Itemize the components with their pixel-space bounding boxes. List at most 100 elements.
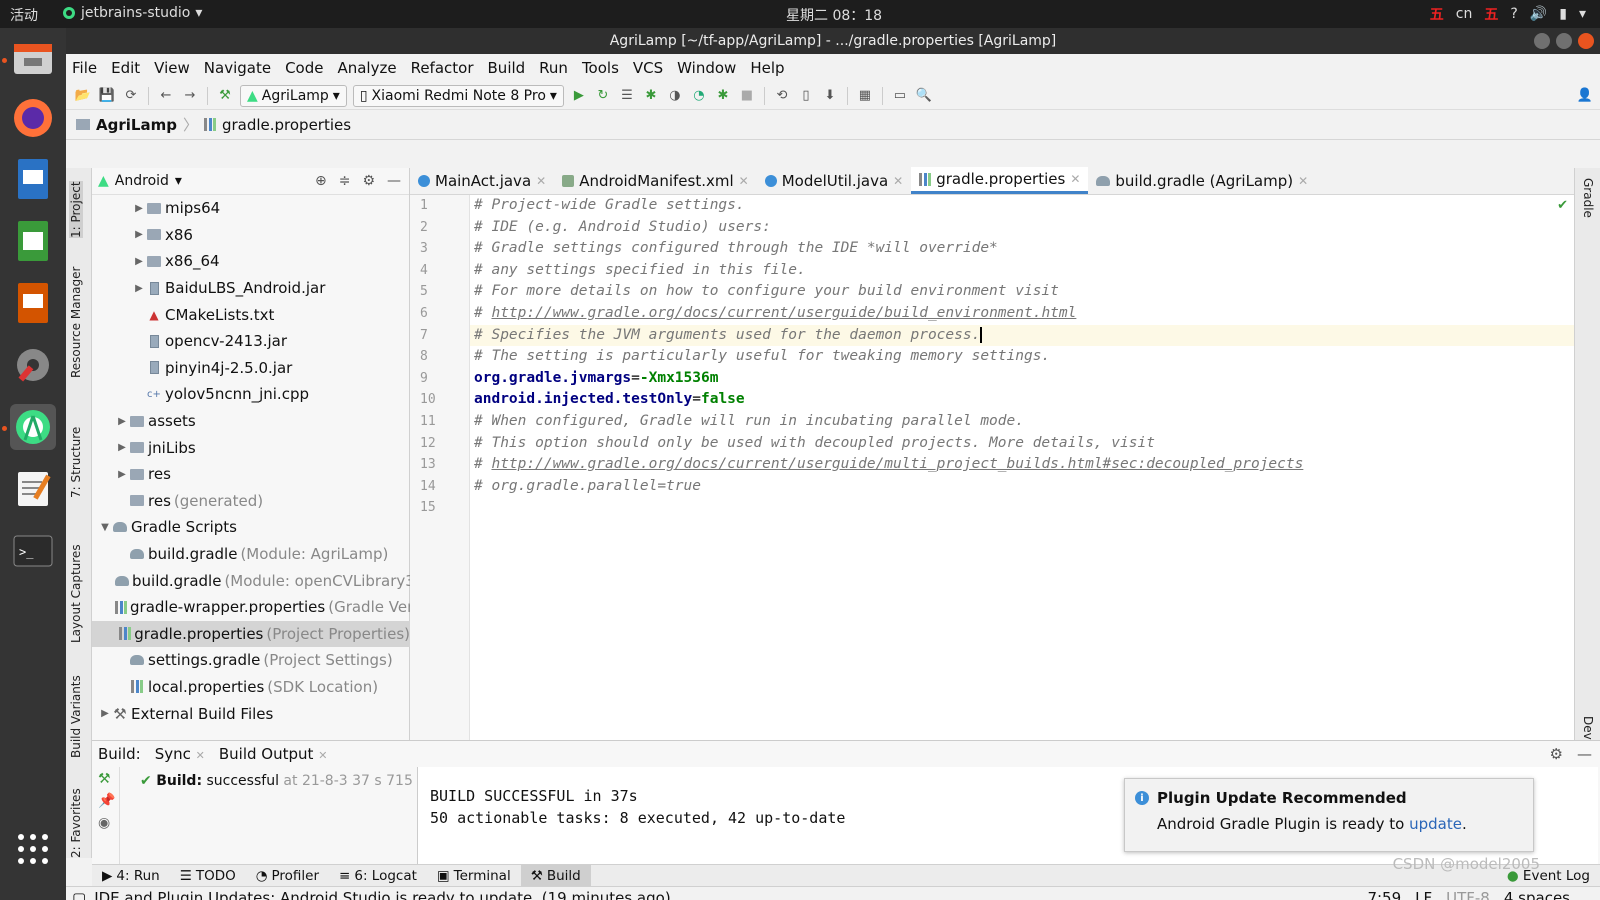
tree-item[interactable]: gradle.properties (Project Properties) [92,620,410,648]
help-icon[interactable]: ? [1510,6,1517,22]
update-icon[interactable]: ▢ [72,889,86,900]
build-tree[interactable]: ✔ Build: successful at 21-8-3 37 s 715 m… [120,767,418,865]
tree-item[interactable]: settings.gradle (Project Settings) [92,647,410,674]
menu-file[interactable]: File [72,59,97,77]
collapsed-arrow-icon[interactable]: ▶ [98,708,112,719]
code-line[interactable]: # Gradle settings configured through the… [470,238,1574,260]
editor-tab[interactable]: gradle.properties ✕ [911,167,1089,194]
search-icon[interactable]: 🔍 [915,87,933,105]
hide-icon[interactable]: — [1577,745,1592,763]
tool-window-button[interactable]: ⚒ Build [520,864,591,887]
tree-item[interactable]: gradle-wrapper.properties(Gradle Vers [92,594,410,621]
android-studio-dock-icon[interactable] [10,404,56,450]
gear-icon[interactable]: ⚙ [1550,745,1563,763]
avd-manager-icon[interactable]: ▯ [797,87,815,105]
code-line[interactable]: # IDE (e.g. Android Studio) users: [470,217,1574,239]
menu-vcs[interactable]: VCS [633,59,663,77]
minimize-button[interactable] [1534,33,1550,49]
code-line[interactable]: # When configured, Gradle will run in in… [470,411,1574,433]
tool-window-button[interactable]: ▶ 4: Run [92,865,170,887]
tree-item[interactable]: ▶ x86_64 [92,248,410,275]
tool-window-button[interactable]: ☰ TODO [170,865,246,887]
menu-window[interactable]: Window [677,59,736,77]
plugin-update-notification[interactable]: i Plugin Update Recommended Android Grad… [1124,778,1534,852]
tab-sync[interactable]: Sync ✕ [155,745,205,763]
terminal-icon[interactable]: >_ [10,528,56,574]
hide-icon[interactable]: — [387,173,401,189]
tree-item[interactable]: opencv-2413.jar [92,328,410,355]
tree-item[interactable]: ▶ mips64 [92,195,410,222]
menu-tools[interactable]: Tools [582,59,619,77]
clock[interactable]: 星期二 08：18 [786,5,882,25]
locate-icon[interactable]: ⊕ [315,173,327,189]
code-line[interactable]: # The setting is particularly useful for… [470,346,1574,368]
code-line[interactable]: # any settings specified in this file. [470,260,1574,282]
line-separator[interactable]: LF [1415,889,1432,900]
editor-tab[interactable]: MainAct.java ✕ [410,167,554,194]
layout-inspector-icon[interactable]: ▭ [891,87,909,105]
tree-item[interactable]: ▶ x86 [92,222,410,249]
tab-project[interactable]: 1: Project [69,181,83,238]
tree-item[interactable]: build.gradle (Module: AgriLamp) [92,541,410,568]
code-line[interactable]: # Specifies the JVM arguments used for t… [470,324,1574,347]
files-app-icon[interactable] [10,36,56,82]
collapsed-arrow-icon[interactable]: ▶ [132,229,146,240]
run-config-select[interactable]: ▲ AgriLamp ▾ [240,84,347,107]
code-line[interactable]: android.injected.testOnly=false [470,389,1574,411]
chevron-down-icon[interactable]: ▾ [175,173,182,189]
menu-code[interactable]: Code [285,59,323,77]
volume-icon[interactable]: 🔊 [1530,6,1547,22]
open-folder-icon[interactable]: 📂 [74,87,92,105]
tab-structure[interactable]: 7: Structure [69,427,83,498]
maximize-button[interactable] [1556,33,1572,49]
gear-icon[interactable]: ⚙ [362,173,375,189]
sdk-manager-icon[interactable]: ⬇ [821,87,839,105]
collapsed-arrow-icon[interactable]: ▶ [132,256,146,267]
ime-label[interactable]: cn [1456,6,1473,22]
close-icon[interactable]: ✕ [196,749,205,762]
sync-gradle-icon[interactable]: ⟲ [773,87,791,105]
menu-view[interactable]: View [154,59,190,77]
tool-window-button[interactable]: ≡ 6: Logcat [329,865,427,887]
code-line[interactable]: # Project-wide Gradle settings. [470,195,1574,217]
update-link[interactable]: update [1409,815,1462,833]
tree-item[interactable]: ▶ jniLibs [92,434,410,461]
code-line[interactable]: # For more details on how to configure y… [470,281,1574,303]
close-icon[interactable]: ✕ [893,174,903,188]
comment-url-link[interactable]: http://www.gradle.org/docs/current/userg… [491,305,1076,321]
save-icon[interactable]: 💾 [98,87,116,105]
tree-item[interactable]: ▶ assets [92,408,410,435]
breadcrumb-project[interactable]: AgriLamp [96,116,177,134]
breadcrumb-file[interactable]: gradle.properties [222,116,351,134]
collapsed-arrow-icon[interactable]: ▶ [132,203,146,214]
code-line[interactable] [470,497,1574,519]
editor-tab[interactable]: build.gradle (AgriLamp) ✕ [1088,167,1316,194]
writer-icon[interactable] [10,156,56,202]
attach-debugger-icon[interactable]: ◔ [690,87,708,105]
close-icon[interactable]: ✕ [318,749,327,762]
code-view[interactable]: # Project-wide Gradle settings. # IDE (e.… [470,195,1574,740]
code-line[interactable]: # http://www.gradle.org/docs/current/use… [470,303,1574,325]
pin-icon[interactable]: 📌 [92,787,119,809]
menu-run[interactable]: Run [539,59,568,77]
apply-code-changes-icon[interactable]: ☰ [618,87,636,105]
comment-url-link[interactable]: http://www.gradle.org/docs/current/userg… [491,456,1303,472]
tab-favorites[interactable]: 2: Favorites [69,788,83,858]
tree-item[interactable]: ▼ Gradle Scripts [92,514,410,541]
expanded-arrow-icon[interactable]: ▼ [98,522,112,533]
code-line[interactable]: org.gradle.jvmargs=-Xmx1536m [470,368,1574,390]
close-icon[interactable]: ✕ [1298,174,1308,188]
impress-icon[interactable] [10,280,56,326]
menu-help[interactable]: Help [750,59,784,77]
indent-setting[interactable]: 4 spaces [1504,889,1570,900]
calc-icon[interactable] [10,218,56,264]
ime-mode-icon[interactable]: 五 [1484,4,1498,24]
tab-gradle[interactable]: Gradle [1581,178,1595,218]
tree-item[interactable]: local.properties (SDK Location) [92,674,410,701]
rebuild-hammer-icon[interactable]: ⚒ [92,767,119,787]
run-icon[interactable]: ▶ [570,87,588,105]
close-button[interactable] [1578,33,1594,49]
window-titlebar[interactable]: AgriLamp [~/tf-app/AgriLamp] - .../gradl… [66,28,1600,54]
ime-icon[interactable]: 五 [1430,4,1444,24]
activities-button[interactable]: 活动 [10,5,38,25]
